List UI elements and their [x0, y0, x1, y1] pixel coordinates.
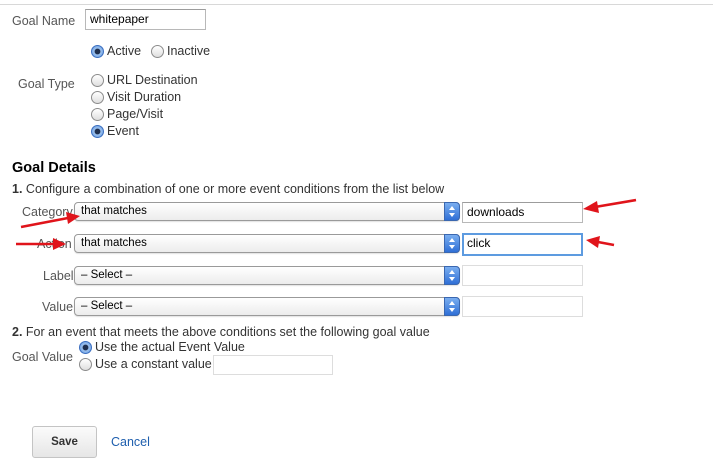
arrow-to-category-select: [20, 212, 80, 229]
arrow-to-category-value: [583, 198, 637, 213]
arrow-to-action-value: [586, 236, 615, 248]
annotation-arrows: [16, 198, 637, 250]
arrow-to-action-select: [16, 238, 66, 250]
